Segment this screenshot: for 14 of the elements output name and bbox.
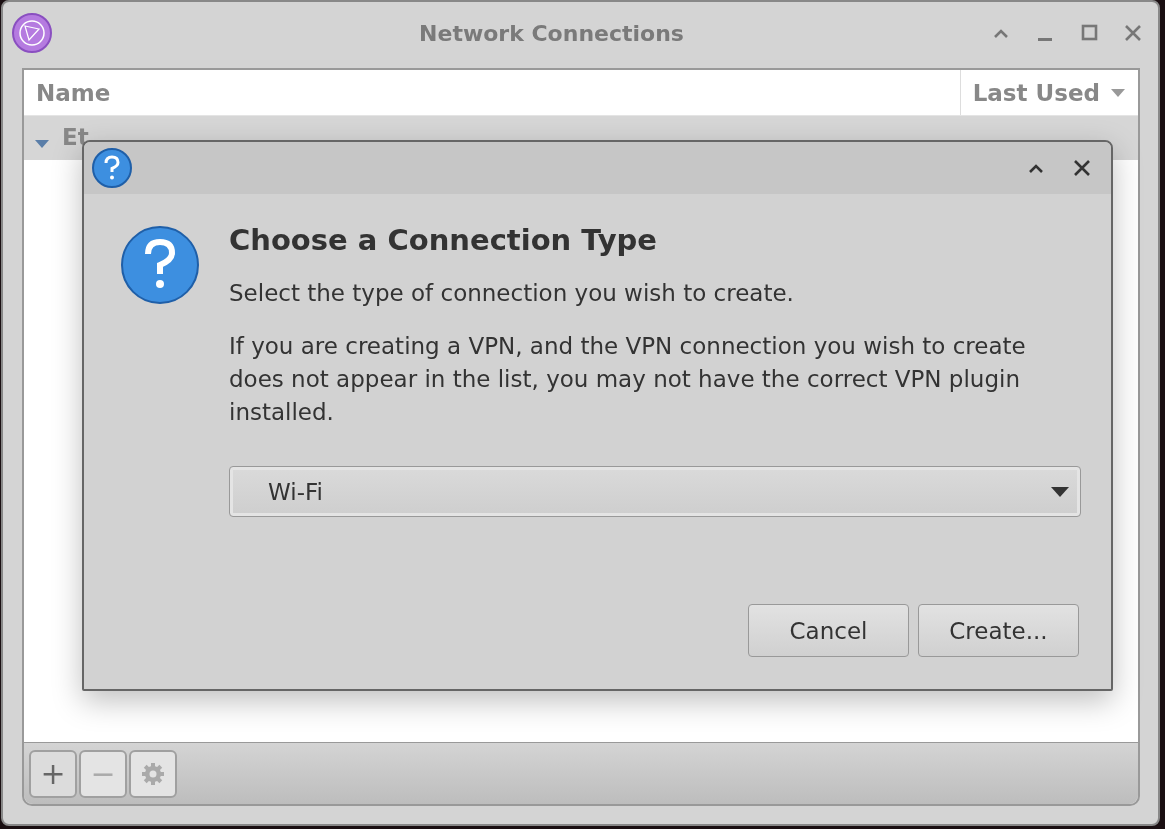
gear-icon: [141, 761, 165, 786]
dropdown-arrow-icon: [1050, 485, 1070, 498]
dialog-heading: Choose a Connection Type: [229, 223, 658, 257]
create-button[interactable]: Create...: [918, 604, 1079, 657]
connection-type-dropdown[interactable]: Wi-Fi: [229, 466, 1081, 517]
column-header[interactable]: Name: [24, 70, 960, 115]
window-title: Network Connections: [418, 20, 685, 46]
add-button[interactable]: +: [29, 749, 77, 798]
dialog-text: If you are creating a VPN, and the VPN connection you wish to create does not appear in the list, you may not have the correct VPN plugin installed.: [229, 332, 1027, 427]
dialog-text: Select the type of connection you wish to create.: [229, 279, 795, 308]
question-icon: [91, 147, 133, 189]
cancel-button[interactable]: Cancel: [748, 604, 909, 657]
question-icon: [119, 224, 201, 306]
column-header[interactable]: Last Used: [959, 70, 1138, 115]
